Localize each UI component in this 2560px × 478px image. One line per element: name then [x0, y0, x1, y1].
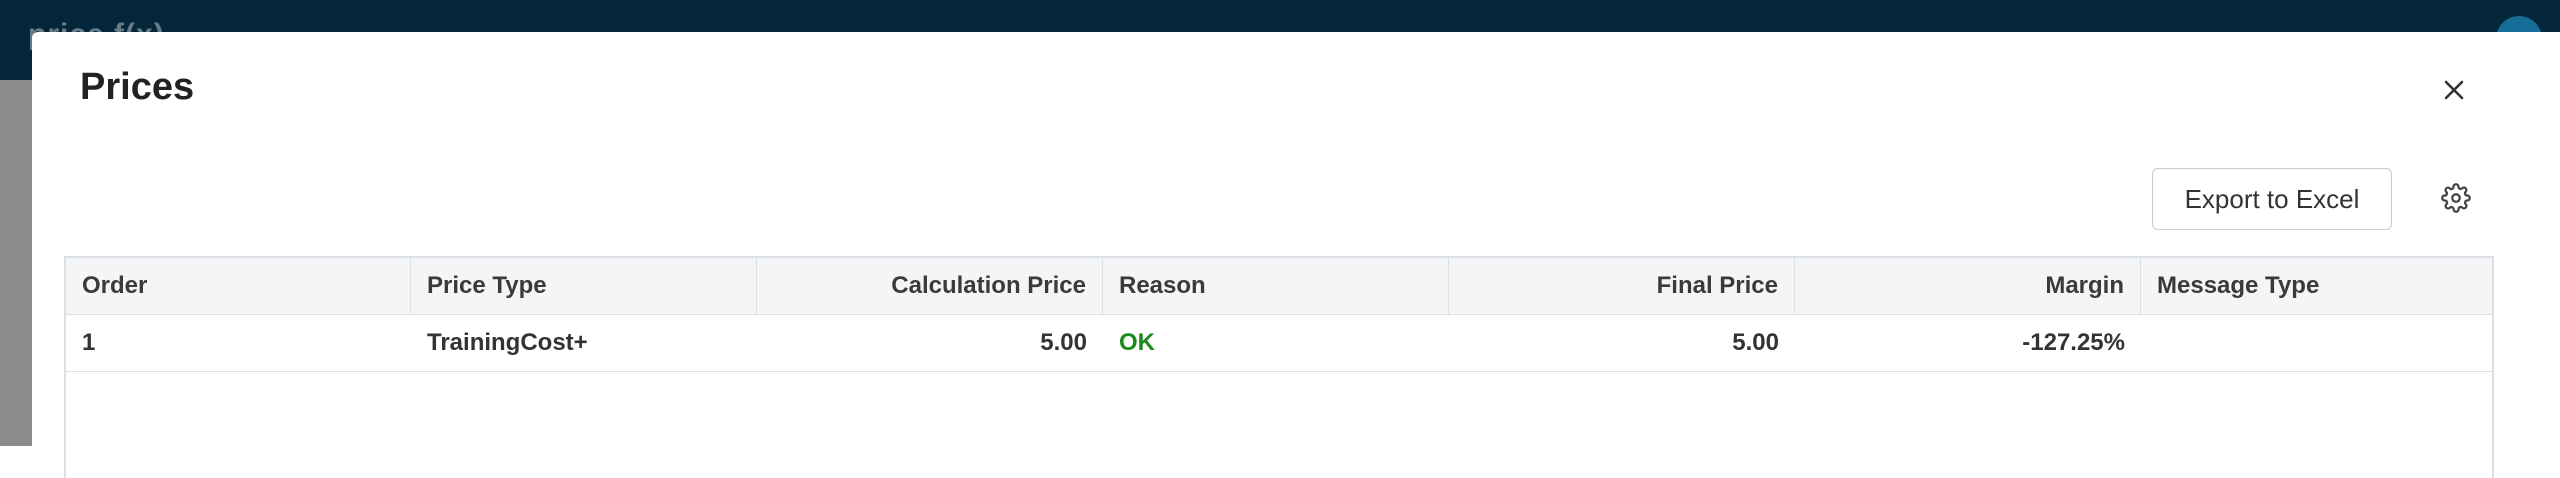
prices-dialog: Prices Export to Excel Order Price Type …: [32, 32, 2560, 478]
column-header-message-type[interactable]: Message Type: [2141, 258, 2492, 314]
column-header-order[interactable]: Order: [66, 258, 411, 314]
gear-icon: [2441, 182, 2471, 218]
grid-settings-button[interactable]: [2436, 180, 2476, 220]
cell-order: 1: [82, 329, 96, 356]
close-icon: [2443, 79, 2465, 106]
column-header-price-type[interactable]: Price Type: [411, 258, 757, 314]
cell-final-price: 5.00: [1732, 329, 1779, 356]
cell-margin: -127.25%: [2022, 329, 2125, 356]
prices-table: Order Price Type Calculation Price Reaso…: [64, 256, 2494, 478]
cell-price-type: TrainingCost+: [427, 329, 588, 356]
column-header-reason[interactable]: Reason: [1103, 258, 1449, 314]
column-header-calculation-price[interactable]: Calculation Price: [757, 258, 1103, 314]
column-header-final-price[interactable]: Final Price: [1449, 258, 1795, 314]
column-header-margin[interactable]: Margin: [1795, 258, 2141, 314]
close-button[interactable]: [2432, 70, 2476, 114]
cell-message-type: [2141, 315, 2492, 371]
dialog-title: Prices: [80, 66, 195, 108]
table-row[interactable]: 1 TrainingCost+ 5.00 OK 5.00 -127.25%: [66, 315, 2492, 372]
export-to-excel-button[interactable]: Export to Excel: [2152, 168, 2392, 230]
cell-calculation-price: 5.00: [1040, 329, 1087, 356]
cell-reason-status: OK: [1119, 329, 1155, 356]
table-header-row: Order Price Type Calculation Price Reaso…: [66, 258, 2492, 315]
